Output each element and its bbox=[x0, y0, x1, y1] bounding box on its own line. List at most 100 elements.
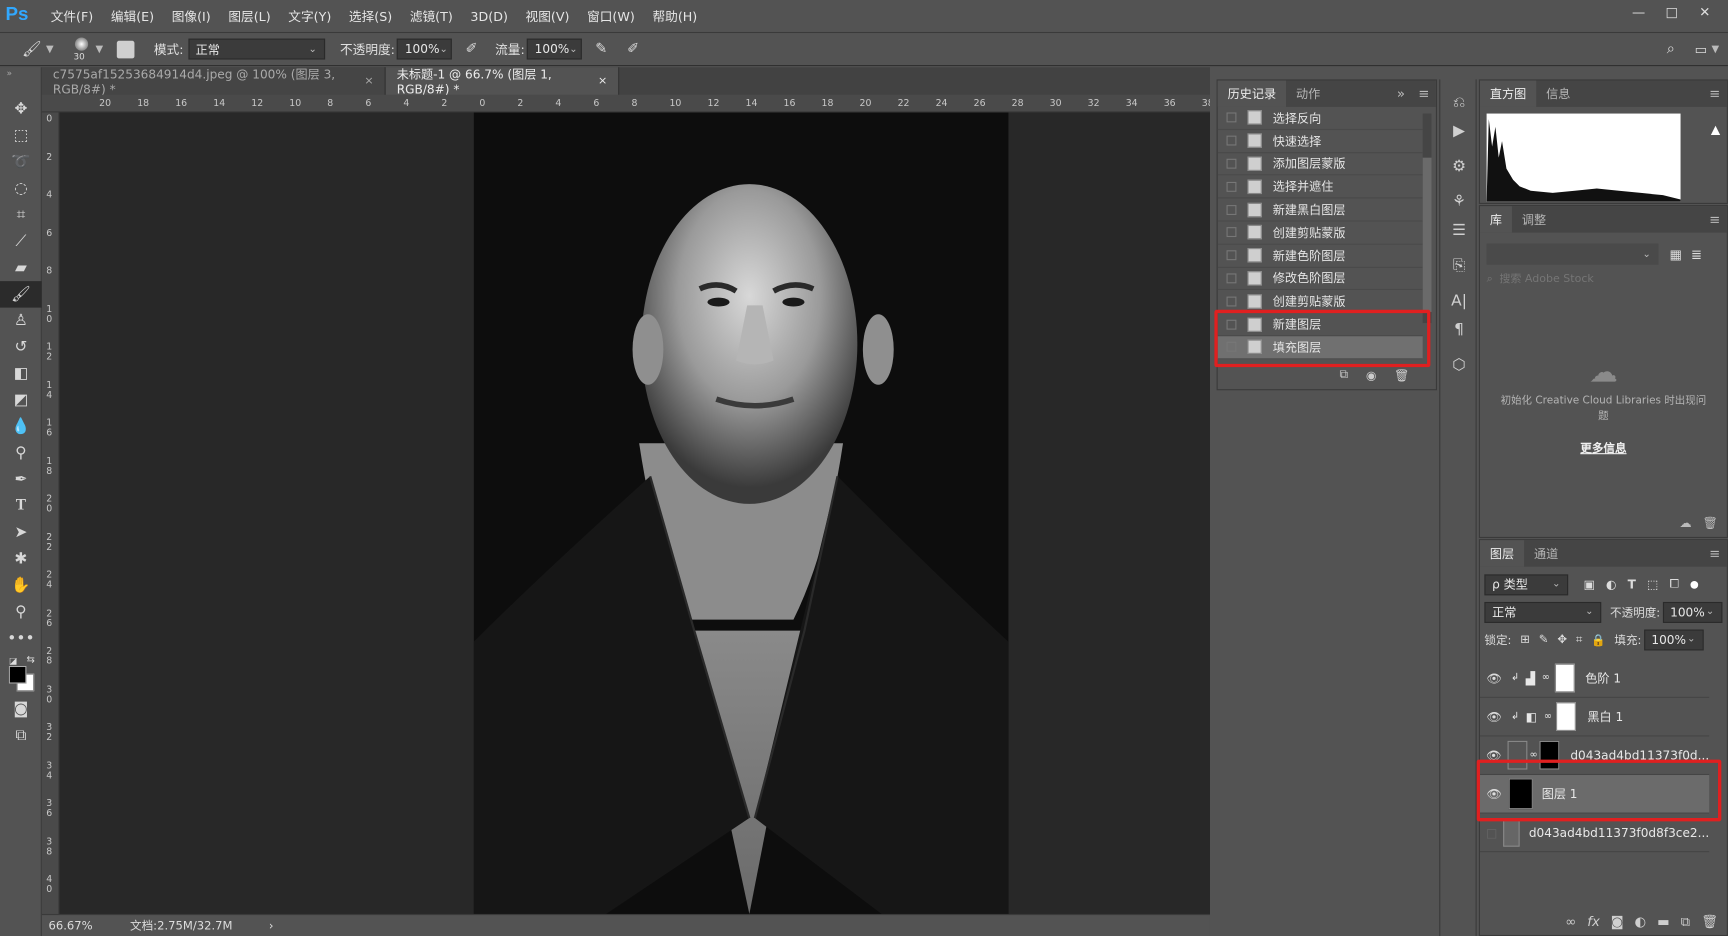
new-group-folder-icon[interactable]: ▬ bbox=[1657, 914, 1670, 931]
flow-input[interactable]: 100% ⌄ bbox=[526, 38, 583, 60]
menu-layer[interactable]: 图层(L) bbox=[220, 0, 280, 33]
history-scrollbar[interactable] bbox=[1422, 113, 1432, 324]
fill-input[interactable]: 100% ⌄ bbox=[1643, 628, 1704, 650]
menu-window[interactable]: 窗口(W) bbox=[578, 0, 643, 33]
visibility-eye-icon[interactable]: 👁 bbox=[1480, 709, 1509, 723]
trash-icon[interactable]: 🗑 bbox=[1394, 368, 1409, 382]
trash-icon[interactable]: 🗑 bbox=[1703, 516, 1718, 530]
scrollbar-thumb[interactable] bbox=[1422, 157, 1432, 313]
adjustment-layer-icon[interactable]: ◐ bbox=[1635, 914, 1647, 931]
tab-libraries[interactable]: 库 bbox=[1479, 206, 1512, 233]
close-icon[interactable]: × bbox=[364, 75, 373, 87]
lock-image-icon[interactable]: ✎ bbox=[1539, 633, 1549, 646]
minimize-button[interactable]: — bbox=[1622, 4, 1655, 19]
fx-icon[interactable]: fx bbox=[1587, 914, 1599, 931]
tab-actions[interactable]: 动作 bbox=[1286, 80, 1330, 106]
history-source-checkbox[interactable] bbox=[1226, 250, 1237, 261]
layer-row[interactable]: 👁 ↲ ◧ ∞ 黑白 1 bbox=[1479, 698, 1710, 737]
history-source-checkbox[interactable] bbox=[1226, 204, 1237, 215]
brush-tool-icon[interactable]: 🖌 bbox=[22, 40, 42, 58]
dodge-tool-icon[interactable]: ⚲ bbox=[0, 440, 42, 466]
adjustment-filter-icon[interactable]: ◐ bbox=[1606, 577, 1617, 591]
brushes-icon[interactable]: ⚘ bbox=[1440, 187, 1477, 216]
tab-history[interactable]: 历史记录 bbox=[1217, 80, 1287, 107]
history-item[interactable]: 新建黑白图层 bbox=[1217, 199, 1423, 222]
search-icon[interactable]: ⌕ bbox=[1667, 41, 1675, 58]
eraser-tool-icon[interactable]: ◧ bbox=[0, 361, 42, 387]
new-layer-icon[interactable]: ⧉ bbox=[1681, 914, 1690, 931]
layer-mask-thumbnail[interactable] bbox=[1556, 702, 1577, 731]
mode-dropdown[interactable]: 正常 ⌄ bbox=[187, 38, 325, 60]
paint-bucket-tool-icon[interactable]: ◩ bbox=[0, 387, 42, 413]
new-document-from-state-icon[interactable]: ⧉ bbox=[1340, 367, 1349, 382]
history-item[interactable]: 新建色阶图层 bbox=[1217, 245, 1423, 268]
snapshot-camera-icon[interactable]: ◉ bbox=[1366, 368, 1377, 382]
foreground-color-swatch[interactable] bbox=[8, 665, 27, 684]
filter-toggle-icon[interactable] bbox=[1690, 580, 1698, 589]
tool-preset-chevron-icon[interactable]: ▼ bbox=[46, 44, 54, 55]
trash-icon[interactable]: 🗑 bbox=[1701, 914, 1718, 931]
blend-mode-dropdown[interactable]: 正常 ⌄ bbox=[1484, 601, 1602, 623]
pen-tool-icon[interactable]: ✒ bbox=[0, 466, 42, 492]
history-source-checkbox[interactable] bbox=[1226, 181, 1237, 192]
history-item[interactable]: 修改色阶图层 bbox=[1217, 267, 1423, 291]
panel-menu-icon[interactable]: ≡ bbox=[1709, 212, 1720, 227]
filter-kind-dropdown[interactable]: ρ 类型 ⌄ bbox=[1484, 573, 1569, 595]
status-menu-arrow-icon[interactable]: › bbox=[269, 919, 274, 932]
default-colors-icon[interactable]: ◪ bbox=[9, 656, 17, 666]
canvas-area[interactable] bbox=[59, 112, 1210, 914]
more-tools-icon[interactable]: ••• bbox=[0, 625, 42, 651]
list-view-icon[interactable]: ≣ bbox=[1691, 246, 1702, 261]
maximize-button[interactable]: □ bbox=[1655, 4, 1688, 19]
color-swatches[interactable]: ◪ ⇆ bbox=[0, 652, 41, 696]
clone-stamp-tool-icon[interactable]: ♙ bbox=[0, 308, 42, 334]
type-filter-icon[interactable]: T bbox=[1628, 577, 1636, 591]
airbrush-icon[interactable]: ✎ bbox=[595, 41, 607, 58]
layer-name[interactable]: 黑白 1 bbox=[1587, 708, 1623, 726]
close-icon[interactable]: × bbox=[598, 75, 607, 87]
more-info-link[interactable]: 更多信息 bbox=[1480, 440, 1727, 457]
add-mask-icon[interactable]: ◙ bbox=[1611, 914, 1624, 931]
layer-mask-thumbnail[interactable] bbox=[1554, 663, 1575, 693]
healing-brush-tool-icon[interactable]: ▰ bbox=[0, 255, 42, 281]
history-item[interactable]: 添加图层蒙版 bbox=[1217, 153, 1423, 176]
menu-filter[interactable]: 滤镜(T) bbox=[401, 0, 462, 33]
pressure-opacity-icon[interactable]: ✐ bbox=[465, 41, 477, 58]
swap-colors-icon[interactable]: ⇆ bbox=[26, 655, 34, 666]
lasso-tool-icon[interactable]: ➰ bbox=[0, 149, 42, 175]
warning-icon[interactable]: ▲ bbox=[1711, 122, 1720, 136]
workspace-icon[interactable]: ▭ bbox=[1695, 41, 1708, 56]
tab-document-2[interactable]: 未标题-1 @ 66.7% (图层 1, RGB/8#) * × bbox=[385, 67, 620, 97]
marquee-tool-icon[interactable]: ⬚ bbox=[0, 122, 42, 148]
library-dropdown[interactable]: ⌄ bbox=[1486, 243, 1659, 265]
zoom-tool-icon[interactable]: ⚲ bbox=[0, 599, 42, 625]
layer-row[interactable]: 👁 ↲ ▟ ∞ 色阶 1 bbox=[1479, 659, 1710, 698]
hand-tool-icon[interactable]: ✋ bbox=[0, 572, 42, 598]
panel-menu-icon[interactable]: ≡ bbox=[1418, 86, 1429, 101]
stock-search-input[interactable] bbox=[1499, 273, 1709, 286]
layer-name[interactable]: 色阶 1 bbox=[1585, 669, 1621, 687]
cc-sync-icon[interactable]: ☁ bbox=[1679, 516, 1691, 530]
history-item[interactable]: 选择并遮住 bbox=[1217, 176, 1423, 199]
tab-document-1[interactable]: c7575af15253684914d4.jpeg @ 100% (图层 3, … bbox=[41, 67, 386, 97]
actions-play-icon[interactable]: ▶ bbox=[1440, 117, 1477, 146]
lock-position-icon[interactable]: ✥ bbox=[1557, 633, 1567, 646]
screen-mode-icon[interactable]: ⧉ bbox=[0, 722, 42, 748]
link-layers-icon[interactable]: ∞ bbox=[1565, 914, 1576, 931]
tab-adjustments[interactable]: 调整 bbox=[1512, 206, 1556, 232]
brush-settings-panel-icon[interactable] bbox=[116, 40, 135, 58]
history-brush-tool-icon[interactable]: ↺ bbox=[0, 334, 42, 360]
tab-histogram[interactable]: 直方图 bbox=[1479, 80, 1537, 107]
properties-icon[interactable]: ⚙ bbox=[1440, 152, 1477, 181]
history-source-checkbox[interactable] bbox=[1226, 135, 1237, 146]
adjust-sliders-icon[interactable]: ☰ bbox=[1440, 216, 1477, 245]
crop-tool-icon[interactable]: ⌗ bbox=[0, 202, 42, 228]
grid-view-icon[interactable]: ▦ bbox=[1670, 246, 1683, 261]
lock-artboard-icon[interactable]: ⌗ bbox=[1576, 632, 1583, 646]
brush-preset-picker[interactable]: 30 bbox=[71, 35, 93, 64]
blur-tool-icon[interactable]: 💧 bbox=[0, 413, 42, 439]
smart-object-thumbnail[interactable] bbox=[1503, 818, 1521, 847]
visibility-eye-icon[interactable]: 👁 bbox=[1480, 671, 1509, 685]
history-source-checkbox[interactable] bbox=[1226, 227, 1237, 238]
lock-transparent-icon[interactable]: ⊞ bbox=[1520, 633, 1530, 646]
